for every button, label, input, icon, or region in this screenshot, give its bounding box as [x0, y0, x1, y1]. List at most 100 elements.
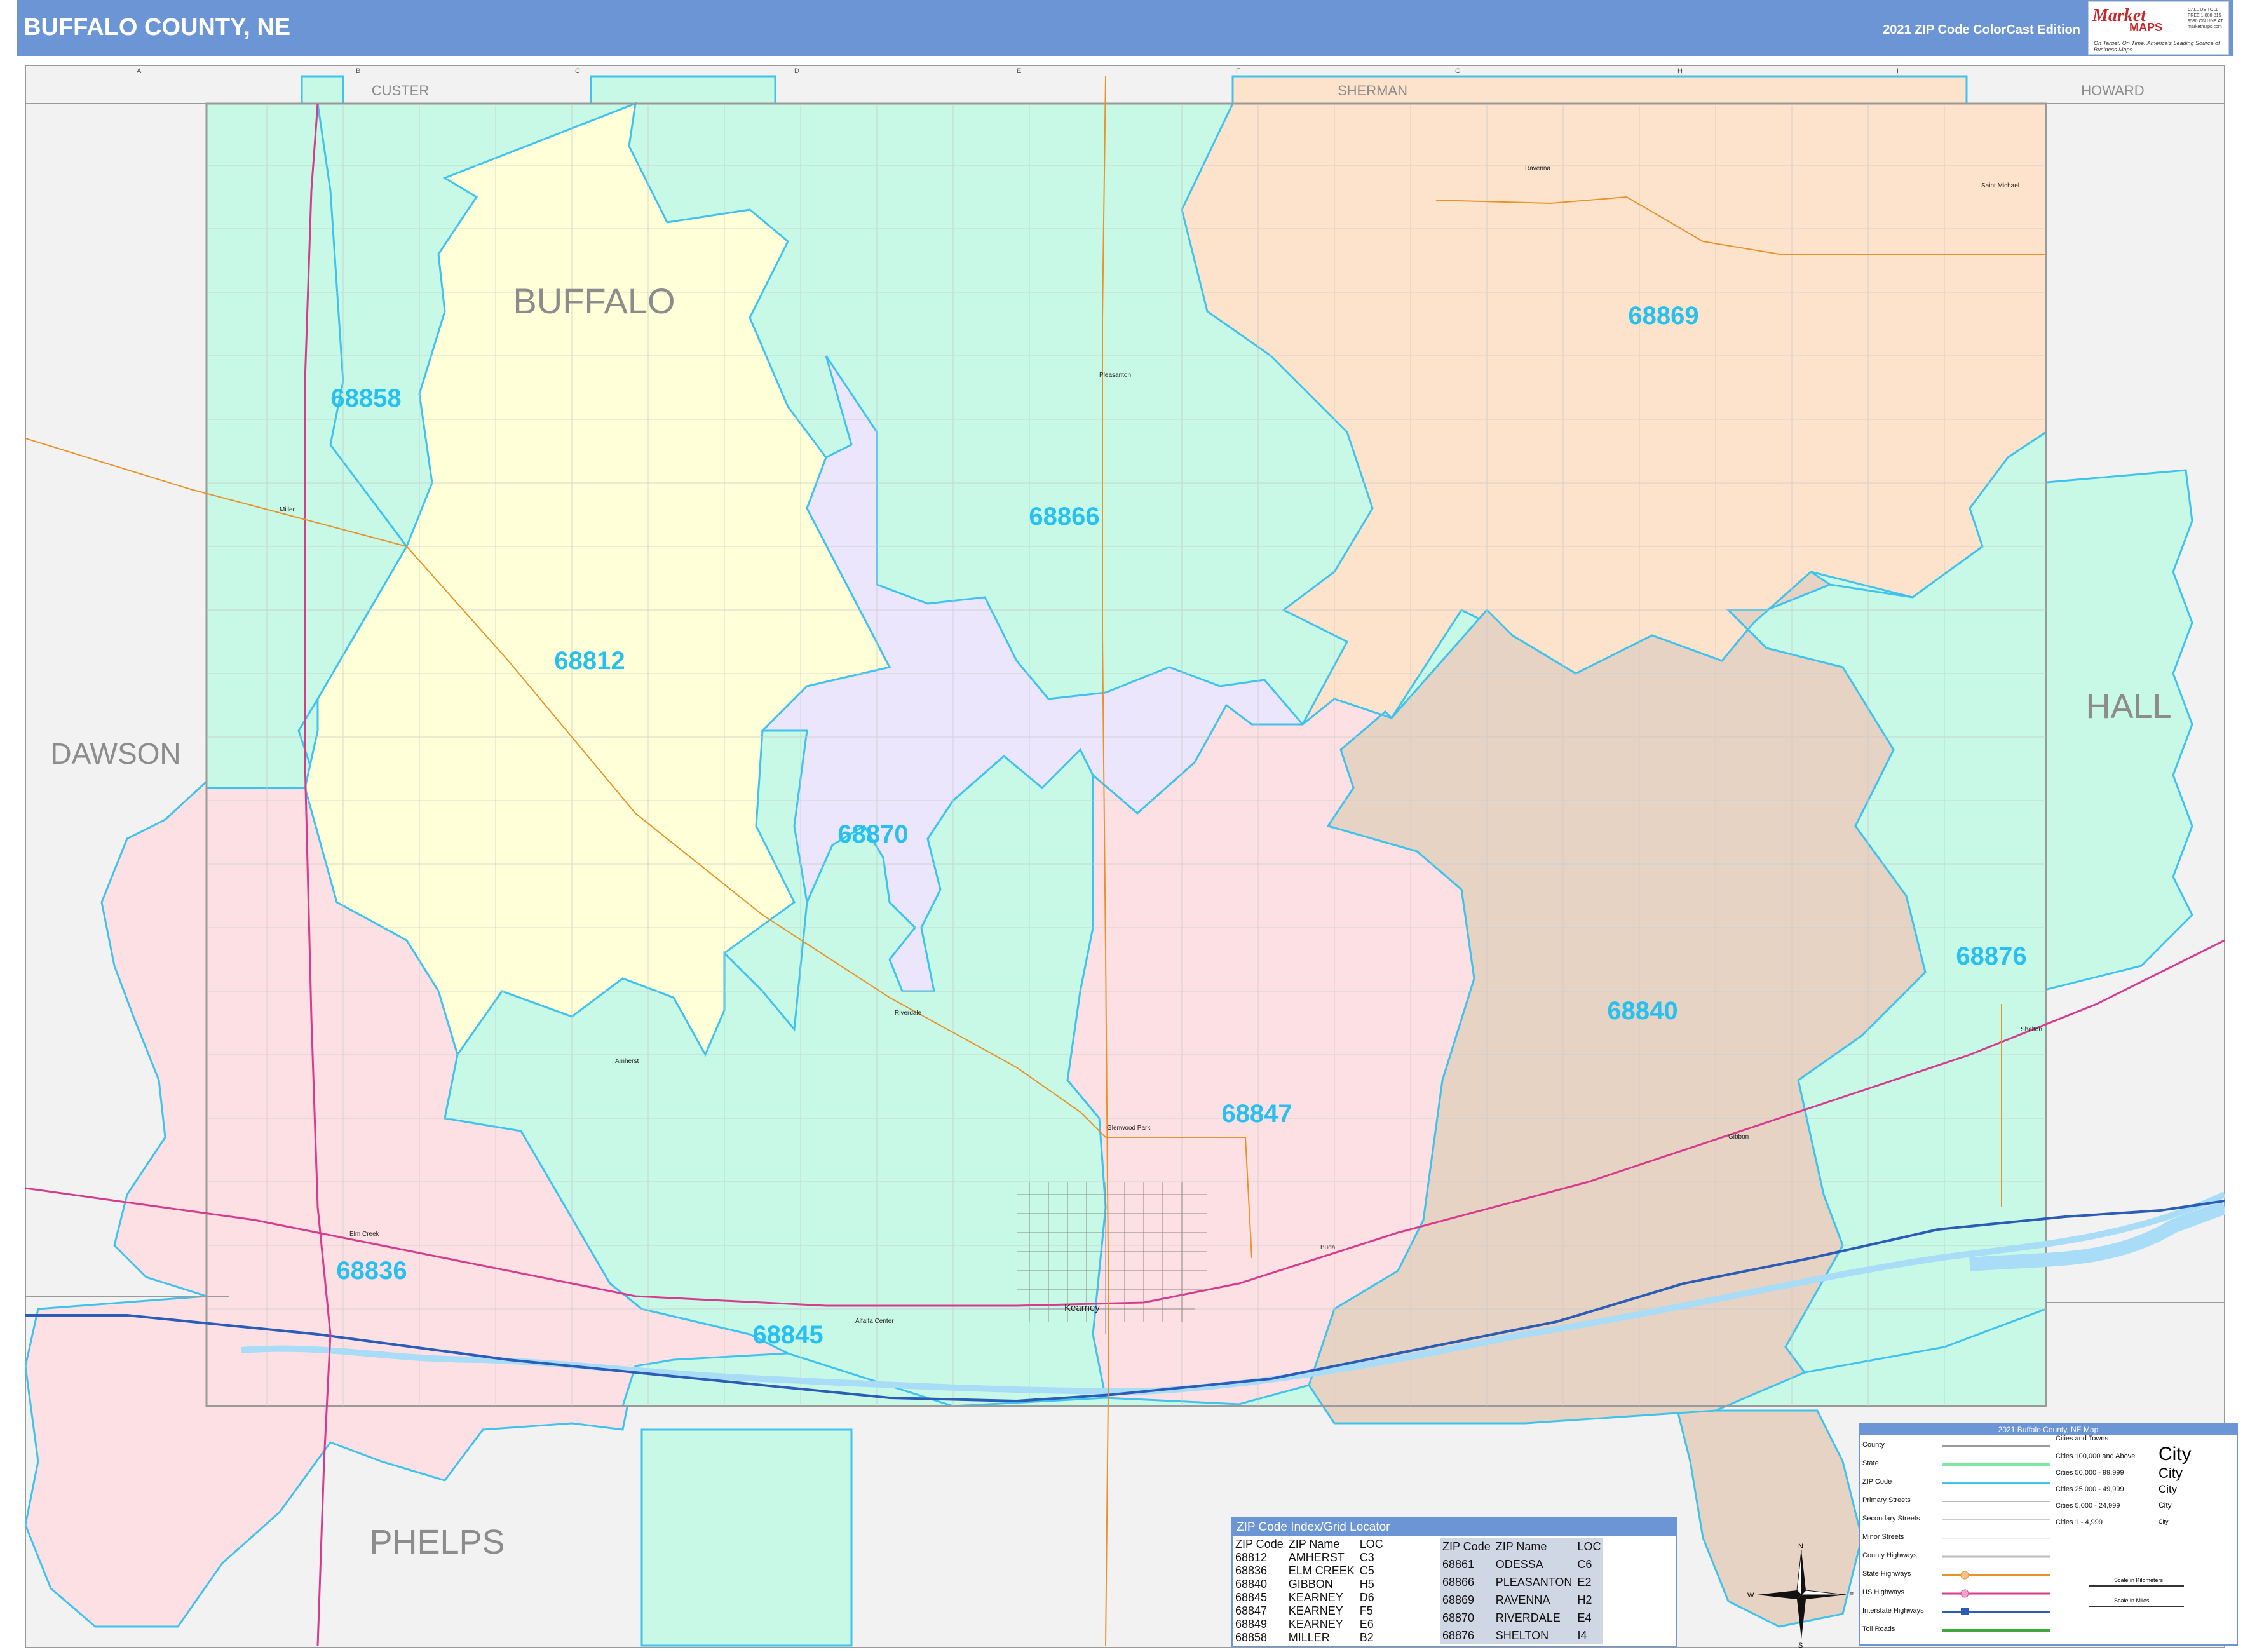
- loc-cell: I4: [1577, 1628, 1587, 1642]
- county-map: A B C D E F G H I 1 2 3 4 5 6 7 CUSTER S…: [25, 65, 2225, 1648]
- place-shelton: Shelton: [2021, 1026, 2042, 1033]
- county-label-buffalo: BUFFALO: [513, 281, 675, 321]
- legend-item-primary: Primary Streets: [1862, 1496, 1911, 1504]
- zip-cell: 68866: [1442, 1575, 1475, 1588]
- zip-name-cell: ELM CREEK: [1288, 1564, 1355, 1577]
- place-ravenna: Ravenna: [1525, 165, 1550, 172]
- zip-label-68858: 68858: [330, 384, 401, 412]
- legend-item-secondary: Secondary Streets: [1862, 1515, 1920, 1522]
- county-label-hall: HALL: [2085, 687, 2171, 726]
- zip-cell: 68845: [1235, 1591, 1268, 1604]
- zip-name-cell: ODESSA: [1495, 1557, 1543, 1571]
- legend-city-range-2: Cities 50,000 - 99,999: [2056, 1469, 2124, 1477]
- map-title: BUFFALO COUNTY, NE: [24, 14, 291, 41]
- grid-col-c: C: [575, 67, 580, 75]
- zip-index-table-right: ZIP Code ZIP Name LOC 68861 ODESSA C6 6886…: [1440, 1538, 1604, 1644]
- zip-index-header: ZIP Name: [1288, 1538, 1340, 1550]
- zip-name-cell: RAVENNA: [1495, 1593, 1550, 1606]
- loc-cell: E6: [1359, 1618, 1374, 1630]
- zip-area-hall-ext: [2038, 469, 2193, 992]
- place-pleasanton: Pleasanton: [1099, 372, 1131, 379]
- table-row: 68840 GIBBON H5: [1233, 1578, 1386, 1591]
- table-row: 68845 KEARNEY D6: [1233, 1591, 1386, 1604]
- legend-item-county: County: [1862, 1441, 1885, 1449]
- legend-scale-mi: Scale in Miles: [2114, 1597, 2150, 1604]
- logo-contact: CALL US TOLL FREE 1-800-815-9580 ON LINE…: [2188, 8, 2224, 29]
- legend-item-zip: ZIP Code: [1862, 1478, 1892, 1486]
- zip-name-cell: RIVERDALE: [1495, 1611, 1561, 1624]
- table-row: 68836 ELM CREEK C5: [1233, 1564, 1386, 1578]
- zip-label-68866: 68866: [1029, 503, 1099, 531]
- zip-index-header: ZIP Code: [1235, 1538, 1284, 1550]
- zip-cell: 68812: [1235, 1551, 1268, 1564]
- legend-item-us-hwy: US Highways: [1862, 1588, 1905, 1596]
- legend-city-sample-3: City: [2159, 1483, 2178, 1495]
- grid-col-a: A: [137, 67, 142, 75]
- zip-name-cell: AMHERST: [1288, 1551, 1345, 1564]
- legend-item-state-hwy: State Highways: [1862, 1570, 1911, 1578]
- loc-cell: H5: [1359, 1578, 1374, 1590]
- legend-scale-km: Scale in Kilometers: [2114, 1577, 2164, 1583]
- zip-label-68845: 68845: [752, 1321, 823, 1349]
- compass-rose-icon: N S W E: [1747, 1543, 1854, 1649]
- zip-name-cell: PLEASANTON: [1495, 1575, 1573, 1588]
- table-row: 68869 RAVENNA H2: [1440, 1591, 1603, 1609]
- zip-cell: 68861: [1442, 1557, 1475, 1571]
- zip-index-header-row: ZIP Code ZIP Name LOC: [1233, 1538, 1386, 1551]
- zip-code-index: ZIP Code Index/Grid Locator ZIP Code ZIP…: [1231, 1517, 1677, 1647]
- place-elm-creek: Elm Creek: [349, 1231, 380, 1238]
- legend-item-state: State: [1862, 1459, 1879, 1467]
- place-riverdale: Riverdale: [895, 1010, 922, 1017]
- loc-cell: H2: [1577, 1593, 1592, 1606]
- zip-name-cell: KEARNEY: [1288, 1618, 1343, 1630]
- grid-col-b: B: [356, 67, 360, 75]
- place-gibbon: Gibbon: [1728, 1134, 1749, 1141]
- edition-label: 2021 ZIP Code ColorCast Edition: [1883, 23, 2080, 37]
- legend-city-range-3: Cities 25,000 - 49,999: [2056, 1486, 2124, 1493]
- zip-index-table-left: ZIP Code ZIP Name LOC 68812 AMHERST C3 688…: [1233, 1538, 1386, 1644]
- legend-title: 2021 Buffalo County, NE Map: [1860, 1425, 2237, 1435]
- zip-index-title: ZIP Code Index/Grid Locator: [1233, 1519, 1676, 1536]
- place-glenwood-park: Glenwood Park: [1107, 1125, 1151, 1132]
- zip-label-68836: 68836: [336, 1257, 407, 1285]
- zip-name-cell: SHELTON: [1495, 1628, 1549, 1642]
- loc-cell: D6: [1359, 1591, 1374, 1604]
- loc-cell: E4: [1577, 1611, 1592, 1624]
- place-alfalfa-center: Alfalfa Center: [855, 1318, 894, 1325]
- grid-col-f: F: [1236, 67, 1240, 75]
- county-label-dawson: DAWSON: [50, 737, 180, 770]
- zip-area-phelps-mint: [640, 1428, 853, 1647]
- zip-cell: 68870: [1442, 1611, 1475, 1624]
- zip-index-header: LOC: [1359, 1538, 1383, 1550]
- grid-col-e: E: [1017, 67, 1021, 75]
- zip-label-68840: 68840: [1607, 997, 1677, 1025]
- market-maps-logo: Market MAPS On Target. On Time. America'…: [2088, 1, 2229, 55]
- zip-cell: 68847: [1235, 1604, 1268, 1617]
- table-row: 68812 AMHERST C3: [1233, 1551, 1386, 1564]
- zip-name-cell: KEARNEY: [1288, 1604, 1343, 1617]
- zip-label-68870: 68870: [837, 820, 908, 848]
- zip-label-68812: 68812: [554, 647, 625, 675]
- zip-cell: 68840: [1235, 1578, 1268, 1590]
- county-label-custer: CUSTER: [372, 83, 429, 98]
- zip-area-68858-north: [301, 75, 344, 106]
- legend-city-sample-1: City: [2159, 1444, 2192, 1465]
- loc-cell: F5: [1359, 1604, 1373, 1617]
- grid-col-d: D: [794, 67, 799, 75]
- zip-label-68876: 68876: [1956, 942, 2026, 970]
- legend-city-range-1: Cities 100,000 and Above: [2056, 1452, 2136, 1460]
- table-row: 68876 SHELTON I4: [1440, 1627, 1603, 1644]
- legend-city-sample-2: City: [2159, 1465, 2183, 1481]
- legend-city-range-5: Cities 1 - 4,999: [2056, 1519, 2103, 1526]
- zip-cell: 68876: [1442, 1628, 1475, 1642]
- loc-cell: C6: [1577, 1557, 1592, 1571]
- zip-cell: 68849: [1235, 1618, 1268, 1630]
- compass-e: E: [1849, 1592, 1854, 1599]
- zip-label-68847: 68847: [1221, 1100, 1292, 1128]
- place-saint-michael: Saint Michael: [1981, 182, 2019, 189]
- table-row: 68870 RIVERDALE E4: [1440, 1609, 1603, 1627]
- legend-city-sample-5: City: [2159, 1519, 2169, 1525]
- loc-cell: C3: [1359, 1551, 1374, 1564]
- legend-city-sample-4: City: [2159, 1501, 2172, 1510]
- place-kearney: Kearney: [1064, 1303, 1100, 1313]
